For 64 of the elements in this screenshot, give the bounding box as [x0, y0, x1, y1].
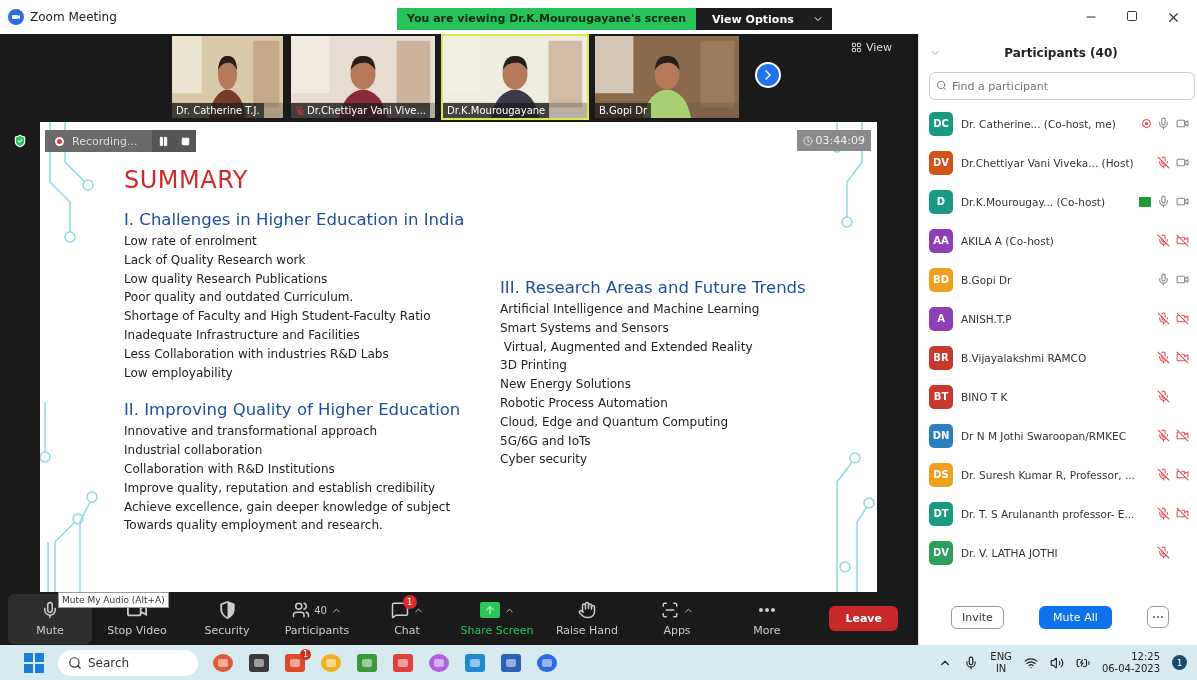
bullet-text: New Energy Solutions — [500, 376, 632, 394]
bullet-text: Lack of Quality Research work — [124, 251, 307, 269]
slide-title: SUMMARY — [124, 166, 249, 194]
bullet-text: Virtual, Augmented and Extended Reality — [502, 338, 754, 356]
bullet-text: 3D Printing — [500, 357, 568, 375]
bullet-text: Cyber security — [500, 451, 589, 469]
participant-name-label: Dr.Chettiyar Vani Vive... — [291, 103, 430, 118]
participant-name-label: Dr. Catherine T.J. — [172, 103, 264, 118]
participant-name: Dr. Catherine... (Co-host, me) — [961, 117, 1117, 130]
section-heading: II. Improving Quality of Higher Education — [124, 400, 462, 420]
participant-name: Dr.K.Mourougay... (Co-host) — [961, 195, 1107, 208]
bullet-text: Collaboration with R&D Institutions — [124, 460, 336, 478]
bullet-text: Artificial Intelligence and Machine Learning — [500, 301, 761, 318]
bullet-text: Industrial collaboration — [124, 442, 264, 460]
participant-name: B.Gopi Dr — [961, 273, 1013, 286]
section-heading: III. Research Areas and Future Trends — [500, 278, 807, 297]
avatar: DS — [929, 462, 953, 487]
notification-badge: 1 — [300, 648, 311, 660]
avatar: BR — [929, 345, 953, 370]
avatar: DC — [929, 111, 953, 136]
bullet-text: 5G/6G and IoTs — [500, 432, 592, 450]
avatar: A — [929, 306, 953, 331]
participant-name: Dr. T. S Arulananth professor- E... — [961, 507, 1136, 520]
viewing-banner: You are viewing Dr.K.Mourougayane's screen — [397, 8, 697, 30]
bullet-text: Towards quality employment and research. — [124, 517, 384, 535]
bullet-text: Improve quality, reputation and establish credibility — [124, 479, 437, 497]
bullet-text: Achieve excellence, gain deeper knowledge of subject — [124, 498, 452, 516]
avatar: BD — [929, 267, 953, 292]
avatar: D — [929, 189, 953, 214]
participant-name: BINO T K — [961, 390, 1009, 403]
participant-name: Dr.Chettiyar Vani Viveka... (Host) — [961, 156, 1135, 169]
bullet-text: Innovative and transformational approach — [124, 423, 379, 441]
avatar: BT — [929, 384, 953, 409]
avatar: DN — [929, 423, 953, 448]
participant-count: 40 — [314, 604, 327, 616]
participant-name: ANISH.T.P — [961, 312, 1013, 325]
avatar: DV — [929, 150, 953, 175]
meeting-timer: 03:44:09 — [796, 130, 871, 151]
participant-name: B.Vijayalakshmi RAMCO — [961, 351, 1088, 364]
bullet-text: Low quality Research Publications — [124, 270, 329, 288]
avatar: DT — [929, 501, 953, 526]
section-heading: I. Challenges in Higher Education in India — [124, 210, 466, 229]
bullet-text: Cloud, Edge and Quantum Computing — [500, 413, 730, 431]
avatar: DV — [929, 540, 953, 565]
bullet-text: Smart Systems and Sensors — [500, 319, 670, 337]
bullet-text: Low rate of enrolment — [124, 233, 258, 250]
bullet-text: Less Collaboration with industries R&D Labs — [124, 345, 390, 363]
participant-name: AKILA A (Co-host) — [961, 234, 1055, 247]
participant-name: Dr. Suresh Kumar R, Professor, ... — [961, 468, 1136, 481]
bullet-text: Poor quality and outdated Curriculum. — [124, 289, 355, 307]
notification-badge: 1 — [402, 595, 417, 609]
panel-title: Participants (40) — [1003, 46, 1119, 60]
bullet-text: Shortage of Faculty and High Student-Faculty Ratio — [124, 308, 432, 326]
window-title: Zoom Meeting — [30, 10, 117, 24]
bullet-text: Low employability — [124, 364, 234, 382]
participant-name-label: B.Gopi Dr — [595, 103, 652, 118]
participant-name: Dr N M Jothi Swaroopan/RMKEC — [961, 429, 1127, 442]
participant-name: Dr. V. LATHA JOTHI — [961, 546, 1059, 559]
bullet-text: Robotic Process Automation — [500, 395, 669, 412]
recording-indicator: Recording... — [45, 130, 152, 152]
avatar: AA — [929, 228, 953, 253]
tooltip: Mute My Audio (Alt+A) — [58, 592, 169, 608]
participant-name-label: Dr.K.Mourougayane — [443, 103, 550, 118]
bullet-text: Inadequate Infrastructure and Facilities — [124, 327, 361, 344]
